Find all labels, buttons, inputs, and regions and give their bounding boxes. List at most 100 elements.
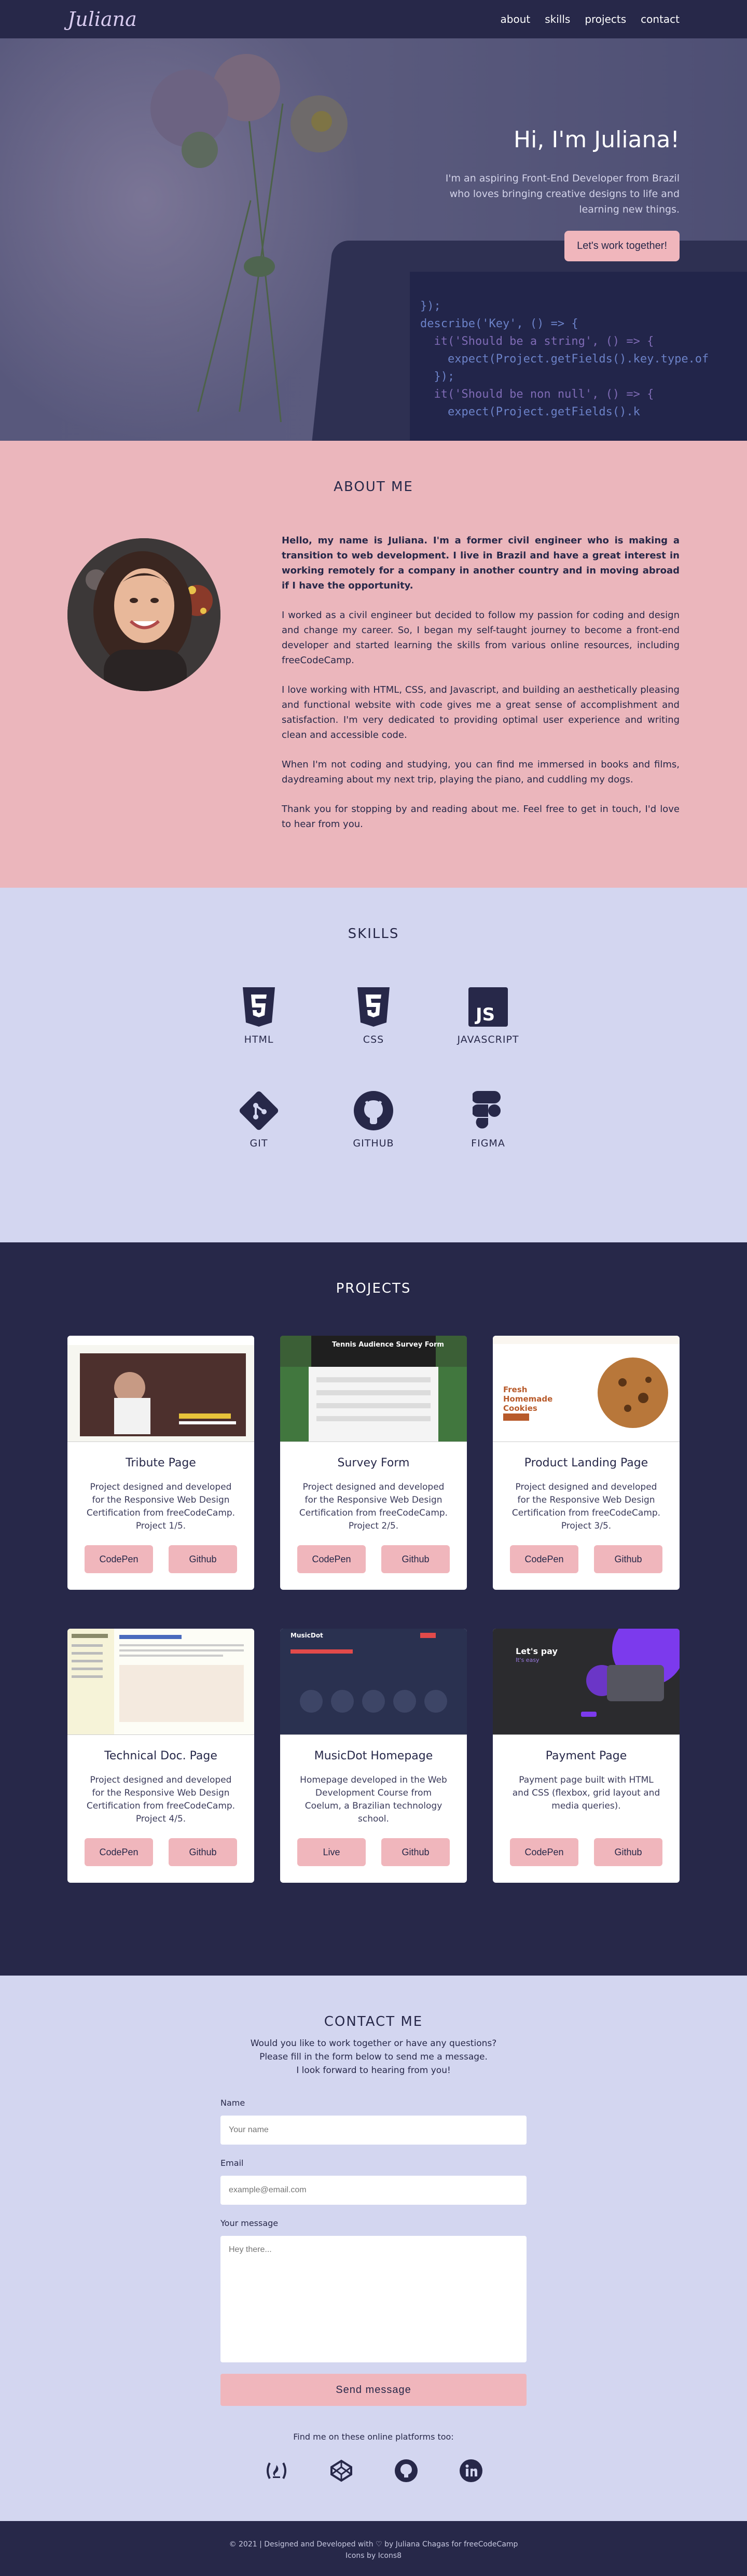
contact-section: CONTACT ME Would you like to work togeth… <box>0 1976 747 2521</box>
message-label: Your message <box>220 2218 279 2228</box>
leaf <box>244 256 275 277</box>
css3-icon <box>357 987 390 1027</box>
codepen-button[interactable]: CodePen <box>510 1838 578 1866</box>
projects-title: PROJECTS <box>336 1281 411 1296</box>
about-title: ABOUT ME <box>334 479 413 495</box>
email-input[interactable] <box>220 2176 527 2205</box>
message-textarea[interactable] <box>220 2236 527 2362</box>
about-text: Hello, my name is Juliana. I'm a former … <box>282 533 680 846</box>
project-thumbnail <box>67 1336 254 1442</box>
project-thumbnail <box>67 1629 254 1735</box>
project-thumbnail: MusicDot <box>280 1629 467 1735</box>
send-message-button[interactable]: Send message <box>220 2374 527 2406</box>
hero-title: Hi, I'm Juliana! <box>514 127 680 153</box>
about-paragraph: Thank you for stopping by and reading ab… <box>282 804 680 830</box>
nav-link-projects[interactable]: projects <box>585 13 626 25</box>
contact-intro-line: Would you like to work together or have … <box>250 2038 497 2049</box>
thumbnail-logo: MusicDot <box>290 1632 323 1639</box>
top-nav: Juliana about skills projects contact <box>0 0 747 38</box>
payment-page-thumbnail <box>493 1629 680 1734</box>
name-input[interactable] <box>220 2116 527 2145</box>
code-line: it('Should be non null', () => { <box>420 388 654 401</box>
freecodecamp-icon[interactable] <box>264 2458 289 2484</box>
project-title: Product Landing Page <box>524 1457 648 1469</box>
contact-title: CONTACT ME <box>324 2014 423 2029</box>
github-button[interactable]: Github <box>594 1838 662 1866</box>
nav-link-contact[interactable]: contact <box>641 13 680 25</box>
thumbnail-title: Tennis Audience Survey Form <box>332 1341 444 1349</box>
github-button[interactable]: Github <box>594 1545 662 1573</box>
hero-text: Hi, I'm Juliana! I'm an aspiring Front-E… <box>410 127 680 261</box>
site-logo[interactable]: Juliana <box>67 8 137 31</box>
github-button[interactable]: Github <box>381 1838 450 1866</box>
project-buttons: CodePen Github <box>493 1545 680 1573</box>
projects-section: PROJECTS Tribute Page Project designed a… <box>0 1242 747 1976</box>
thumbnail-subtitle: It's easy <box>516 1657 540 1663</box>
skill-label: GIT <box>250 1138 268 1149</box>
project-buttons: Live Github <box>280 1838 467 1866</box>
name-label: Name <box>220 2098 245 2108</box>
code-line: it('Should be a string', () => { <box>420 335 654 348</box>
live-button[interactable]: Live <box>297 1838 366 1866</box>
project-title: Survey Form <box>337 1457 410 1469</box>
hero-subtitle: I'm an aspiring Front-End Developer from… <box>410 171 680 217</box>
code-line: }); <box>420 300 441 313</box>
skill-label: HTML <box>244 1034 274 1045</box>
project-card: Fresh Homemade Cookies Product Landing P… <box>493 1336 680 1590</box>
skills-title: SKILLS <box>348 926 399 942</box>
project-card: MusicDot MusicDot Homepage Homepage deve… <box>280 1629 467 1883</box>
skill-css: CSS <box>329 986 418 1045</box>
codepen-button[interactable]: CodePen <box>85 1838 153 1866</box>
github-icon <box>354 1091 393 1130</box>
hero-section: }); describe('Key', () => { it('Should be… <box>0 38 747 441</box>
project-buttons: CodePen Github <box>67 1838 254 1866</box>
about-section: ABOUT ME Hello, my name is Juliana. I'm … <box>0 441 747 888</box>
skill-javascript: JS JAVASCRIPT <box>444 986 532 1045</box>
project-title: MusicDot Homepage <box>314 1749 433 1762</box>
social-links <box>0 2458 747 2484</box>
project-buttons: CodePen Github <box>493 1838 680 1866</box>
project-thumbnail: Fresh Homemade Cookies <box>493 1336 680 1442</box>
project-thumbnail: Tennis Audience Survey Form <box>280 1336 467 1442</box>
nav-link-about[interactable]: about <box>501 13 531 25</box>
github-icon[interactable] <box>393 2458 419 2484</box>
project-description: Project designed and developed for the R… <box>299 1482 448 1531</box>
project-buttons: CodePen Github <box>280 1545 467 1573</box>
project-card: Let's pay It's easy Payment Page Payment… <box>493 1629 680 1883</box>
project-description: Project designed and developed for the R… <box>86 1482 236 1531</box>
codepen-button[interactable]: CodePen <box>85 1545 153 1573</box>
svg-text:JS: JS <box>475 1004 495 1025</box>
project-description: Project designed and developed for the R… <box>86 1775 236 1824</box>
footer-icons-credit[interactable]: Icons by Icons8 <box>0 2550 747 2561</box>
skills-section: SKILLS HTML CSS JS JAVASCRIPT GIT GITHUB… <box>0 888 747 1242</box>
project-thumbnail: Let's pay It's easy <box>493 1629 680 1735</box>
git-icon <box>239 1091 279 1130</box>
work-together-button[interactable]: Let's work together! <box>564 231 680 261</box>
codepen-button[interactable]: CodePen <box>297 1545 366 1573</box>
project-description: Homepage developed in the Web Developmen… <box>300 1775 447 1824</box>
javascript-icon: JS <box>468 987 508 1027</box>
flower-center <box>311 111 332 132</box>
thumbnail-title: Fresh Homemade Cookies <box>503 1385 553 1413</box>
github-button[interactable]: Github <box>381 1545 450 1573</box>
hero-subtitle-line: learning new things. <box>579 204 680 215</box>
html5-icon <box>243 987 275 1027</box>
skill-github: GITHUB <box>329 1090 418 1149</box>
project-title: Technical Doc. Page <box>104 1749 217 1762</box>
codepen-icon[interactable] <box>328 2458 354 2484</box>
nav-link-skills[interactable]: skills <box>545 13 570 25</box>
about-paragraph: Hello, my name is Juliana. I'm a former … <box>282 535 680 591</box>
thumbnail-title: Let's pay <box>516 1646 558 1656</box>
github-button[interactable]: Github <box>169 1838 237 1866</box>
about-paragraph: I worked as a civil engineer but decided… <box>282 610 680 666</box>
find-me-text: Find me on these online platforms too: <box>293 2432 454 2442</box>
skill-label: JAVASCRIPT <box>457 1034 519 1045</box>
code-line: expect(Project.getFields().key.type.of <box>420 353 709 366</box>
contact-intro-line: I look forward to hearing from you! <box>296 2065 451 2076</box>
github-button[interactable]: Github <box>169 1545 237 1573</box>
codepen-button[interactable]: CodePen <box>510 1545 578 1573</box>
linkedin-icon[interactable] <box>458 2458 484 2484</box>
footer-credit: © 2021 | Designed and Developed with ♡ b… <box>229 2540 518 2549</box>
hero-subtitle-line: who loves bringing creative designs to l… <box>449 188 680 200</box>
project-description: Payment page built with HTML and CSS (fl… <box>512 1775 660 1811</box>
